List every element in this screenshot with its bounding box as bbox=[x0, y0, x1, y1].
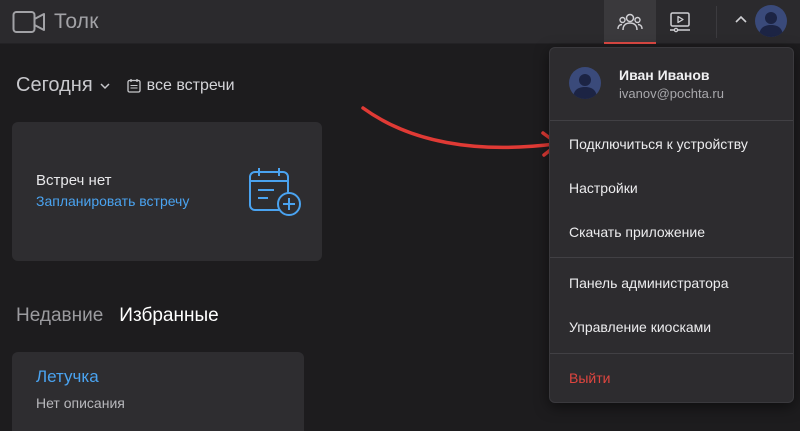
menu-user-email: ivanov@pochta.ru bbox=[619, 86, 724, 101]
menu-divider bbox=[550, 120, 793, 121]
menu-item-logout[interactable]: Выйти bbox=[569, 370, 610, 386]
user-menu: Иван Иванов ivanov@pochta.ru Подключитьс… bbox=[549, 47, 794, 403]
meeting-card[interactable]: Летучка Нет описания bbox=[12, 352, 304, 431]
empty-title: Встреч нет bbox=[36, 172, 112, 189]
menu-item-connect-device[interactable]: Подключиться к устройству bbox=[569, 136, 748, 152]
people-icon bbox=[617, 13, 643, 31]
participants-button[interactable] bbox=[604, 0, 656, 44]
user-avatar[interactable] bbox=[755, 5, 787, 37]
avatar-person-icon bbox=[759, 12, 783, 37]
chevron-down-icon[interactable] bbox=[99, 80, 111, 92]
all-meetings-link[interactable]: все встречи bbox=[147, 77, 235, 95]
calendar-add-icon bbox=[249, 168, 301, 216]
calendar-icon bbox=[127, 79, 141, 93]
schedule-meeting-link[interactable]: Запланировать встречу bbox=[36, 193, 189, 209]
menu-item-settings[interactable]: Настройки bbox=[569, 180, 638, 196]
top-bar: Толк bbox=[0, 0, 800, 44]
app-window: Толк Сегодня все встречи Встреч нет Запл… bbox=[0, 0, 800, 431]
empty-meetings-card: Встреч нет Запланировать встречу bbox=[12, 122, 322, 261]
chevron-up-icon[interactable] bbox=[733, 12, 749, 28]
date-filter-row: Сегодня все встречи bbox=[16, 74, 235, 97]
menu-divider bbox=[550, 353, 793, 354]
app-name: Толк bbox=[54, 10, 99, 33]
connect-device-button[interactable] bbox=[654, 0, 706, 44]
header-divider bbox=[716, 6, 717, 38]
video-camera-icon bbox=[12, 11, 45, 33]
today-selector[interactable]: Сегодня bbox=[16, 74, 93, 97]
menu-item-kiosk-management[interactable]: Управление киосками bbox=[569, 319, 711, 335]
menu-item-admin-panel[interactable]: Панель администратора bbox=[569, 275, 729, 291]
meeting-description: Нет описания bbox=[36, 395, 125, 411]
menu-user-name: Иван Иванов bbox=[619, 67, 710, 83]
avatar-person-icon bbox=[573, 74, 597, 99]
tab-favorites[interactable]: Избранные bbox=[119, 305, 218, 327]
tab-recent[interactable]: Недавние bbox=[16, 305, 103, 327]
app-logo[interactable]: Толк bbox=[12, 9, 99, 35]
menu-divider bbox=[550, 257, 793, 258]
menu-user-block: Иван Иванов ivanov@pochta.ru bbox=[550, 48, 793, 115]
meeting-tabs: Недавние Избранные bbox=[16, 305, 219, 327]
screen-device-icon bbox=[670, 12, 690, 33]
menu-avatar bbox=[569, 67, 601, 99]
meeting-title[interactable]: Летучка bbox=[36, 367, 99, 387]
annotation-arrow-icon bbox=[361, 106, 560, 157]
menu-item-download-app[interactable]: Скачать приложение bbox=[569, 224, 705, 240]
